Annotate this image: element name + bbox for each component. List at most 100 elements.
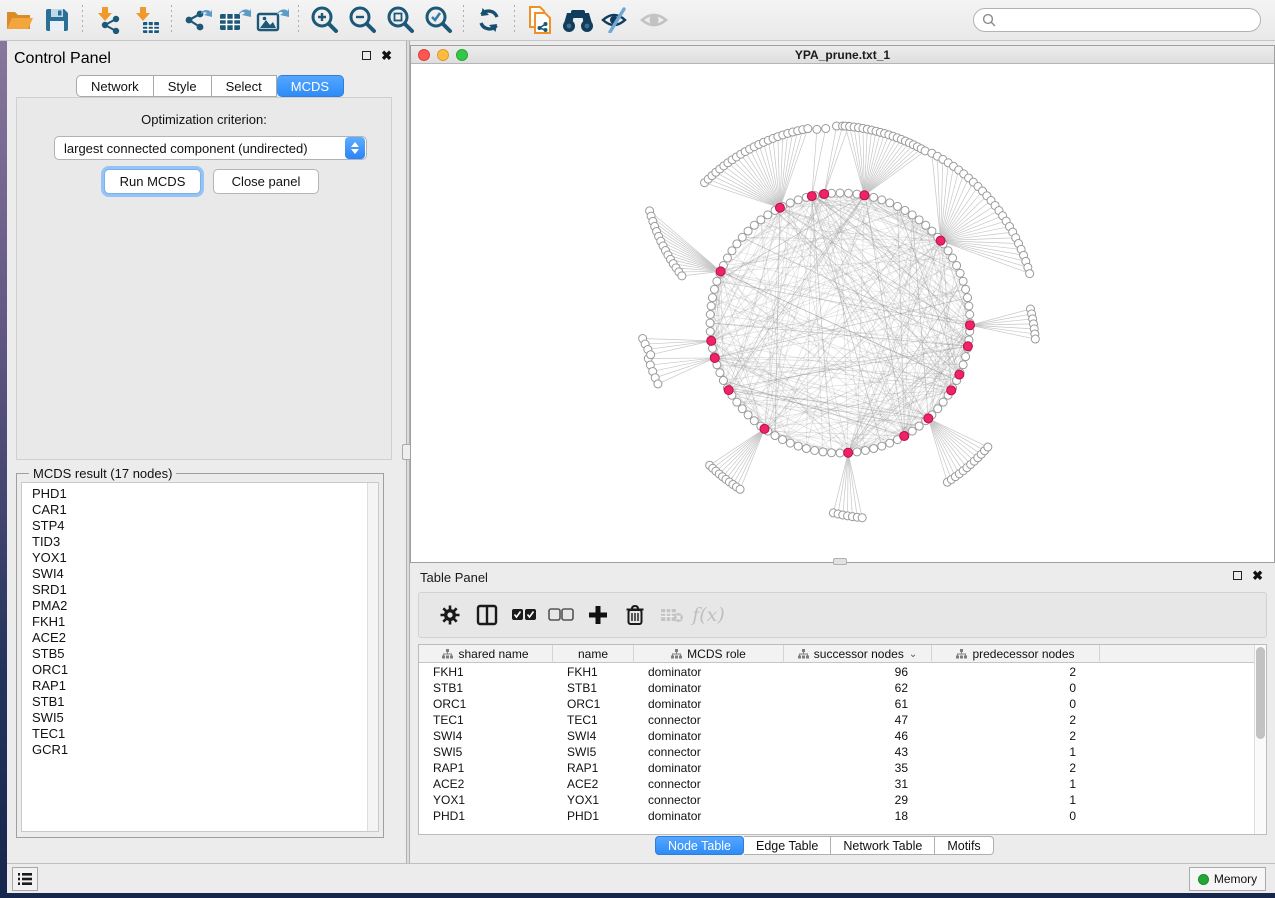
mcds-result-item[interactable]: TID3 — [32, 534, 378, 550]
network-node[interactable] — [822, 125, 830, 133]
mcds-hub-node[interactable] — [955, 370, 964, 379]
show-all-button[interactable] — [635, 3, 673, 37]
table-options-button[interactable] — [431, 596, 468, 634]
network-node[interactable] — [836, 449, 844, 457]
zoom-out-button[interactable] — [343, 3, 381, 37]
network-node[interactable] — [861, 447, 869, 455]
table-row[interactable]: PHD1PHD1dominator180 — [419, 808, 1255, 824]
network-node[interactable] — [908, 211, 916, 219]
mcds-result-list[interactable]: PHD1CAR1STP4TID3YOX1SWI4SRD1PMA2FKH1ACE2… — [21, 482, 379, 832]
column-header-predecessor-nodes[interactable]: predecessor nodes — [932, 645, 1100, 663]
network-node[interactable] — [771, 432, 779, 440]
network-node[interactable] — [733, 240, 741, 248]
mcds-hub-node[interactable] — [716, 267, 725, 276]
network-node[interactable] — [922, 221, 930, 229]
mcds-result-item[interactable]: STB1 — [32, 694, 378, 710]
import-table-button[interactable] — [127, 3, 165, 37]
horizontal-splitter-handle[interactable] — [833, 558, 847, 565]
network-node[interactable] — [802, 445, 810, 453]
network-node[interactable] — [928, 227, 936, 235]
mcds-result-item[interactable]: TEC1 — [32, 726, 378, 742]
mcds-hub-node[interactable] — [844, 448, 853, 457]
network-node[interactable] — [853, 448, 861, 456]
mcds-result-item[interactable]: GCR1 — [32, 742, 378, 758]
zoom-selected-button[interactable] — [419, 3, 457, 37]
tab-node-table[interactable]: Node Table — [655, 836, 744, 855]
table-row[interactable]: ORC1ORC1dominator610 — [419, 696, 1255, 712]
tab-select[interactable]: Select — [212, 75, 277, 97]
run-mcds-button[interactable]: Run MCDS — [104, 169, 201, 194]
table-scrollbar-thumb[interactable] — [1256, 647, 1265, 739]
network-node[interactable] — [949, 254, 957, 262]
network-node[interactable] — [750, 221, 758, 229]
tab-network-table[interactable]: Network Table — [831, 836, 935, 855]
mcds-hub-node[interactable] — [775, 203, 784, 212]
network-node[interactable] — [744, 411, 752, 419]
network-node[interactable] — [962, 285, 970, 293]
network-node[interactable] — [811, 447, 819, 455]
memory-button[interactable]: Memory — [1189, 867, 1266, 891]
table-panel-float-button[interactable] — [1233, 571, 1242, 580]
column-header-successor-nodes[interactable]: successor nodes⌄ — [784, 645, 932, 663]
mcds-hub-node[interactable] — [965, 321, 974, 330]
network-node[interactable] — [708, 294, 716, 302]
mcds-hub-node[interactable] — [860, 191, 869, 200]
network-node[interactable] — [878, 442, 886, 450]
network-node[interactable] — [757, 216, 765, 224]
network-node[interactable] — [678, 272, 686, 280]
network-node[interactable] — [959, 277, 967, 285]
network-node[interactable] — [764, 211, 772, 219]
table-scrollbar[interactable] — [1254, 645, 1266, 834]
import-network-button[interactable] — [89, 3, 127, 37]
network-node[interactable] — [915, 216, 923, 224]
mcds-result-item[interactable]: FKH1 — [32, 614, 378, 630]
mcds-hub-node[interactable] — [947, 386, 956, 395]
network-node[interactable] — [786, 199, 794, 207]
tab-edge-table[interactable]: Edge Table — [744, 836, 831, 855]
mcds-hub-node[interactable] — [760, 424, 769, 433]
network-node[interactable] — [804, 125, 812, 133]
column-header-MCDS-role[interactable]: MCDS role — [634, 645, 784, 663]
network-node[interactable] — [794, 196, 802, 204]
mcds-result-item[interactable]: PMA2 — [32, 598, 378, 614]
mcds-hub-node[interactable] — [963, 342, 972, 351]
mcds-result-item[interactable]: STP4 — [32, 518, 378, 534]
delete-table-button[interactable] — [653, 596, 690, 634]
zoom-in-button[interactable] — [305, 3, 343, 37]
network-node[interactable] — [878, 196, 886, 204]
network-node[interactable] — [901, 206, 909, 214]
mcds-result-item[interactable]: STB5 — [32, 646, 378, 662]
network-node[interactable] — [750, 417, 758, 425]
network-node[interactable] — [719, 376, 727, 384]
zoom-fit-button[interactable] — [381, 3, 419, 37]
network-node[interactable] — [728, 247, 736, 255]
network-node[interactable] — [1026, 270, 1034, 278]
network-node[interactable] — [893, 202, 901, 210]
network-node[interactable] — [706, 328, 714, 336]
network-node[interactable] — [915, 422, 923, 430]
select-all-rows-button[interactable] — [505, 596, 542, 634]
network-node[interactable] — [713, 277, 721, 285]
mcds-hub-node[interactable] — [900, 432, 909, 441]
export-network-button[interactable] — [178, 3, 216, 37]
network-node[interactable] — [706, 319, 714, 327]
table-row[interactable]: SWI4SWI4dominator462 — [419, 728, 1255, 744]
delete-column-button[interactable] — [616, 596, 653, 634]
network-node[interactable] — [723, 254, 731, 262]
network-node[interactable] — [858, 514, 866, 522]
network-node[interactable] — [966, 310, 974, 318]
table-row[interactable]: ACE2ACE2connector311 — [419, 776, 1255, 792]
network-node[interactable] — [908, 427, 916, 435]
network-node[interactable] — [939, 398, 947, 406]
network-canvas[interactable] — [411, 64, 1274, 562]
mcds-result-item[interactable]: ACE2 — [32, 630, 378, 646]
mcds-hub-node[interactable] — [807, 192, 816, 201]
open-file-button[interactable] — [0, 3, 38, 37]
network-node[interactable] — [886, 199, 894, 207]
network-node[interactable] — [647, 351, 655, 359]
network-node[interactable] — [786, 439, 794, 447]
table-row[interactable]: TEC1TEC1connector472 — [419, 712, 1255, 728]
network-node[interactable] — [706, 310, 714, 318]
network-node[interactable] — [870, 445, 878, 453]
table-panel-close-button[interactable]: ✖ — [1252, 571, 1263, 580]
